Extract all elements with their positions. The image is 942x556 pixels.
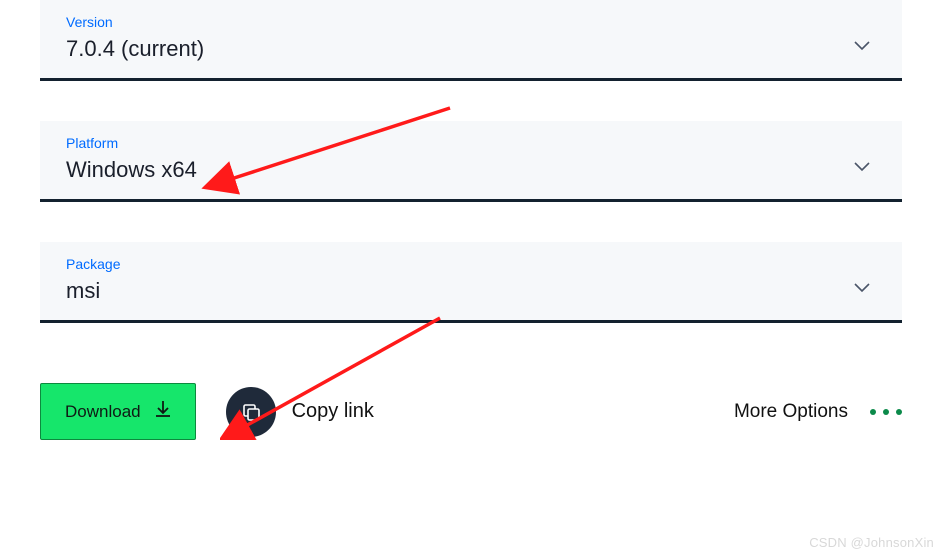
- copy-icon: [226, 387, 276, 437]
- platform-label: Platform: [66, 135, 197, 151]
- more-options-button[interactable]: More Options: [734, 401, 902, 423]
- package-label: Package: [66, 256, 120, 272]
- platform-selector[interactable]: Platform Windows x64: [40, 121, 902, 199]
- download-icon: [155, 400, 171, 423]
- watermark: CSDN @JohnsonXin: [809, 535, 934, 550]
- more-options-icon: [870, 409, 902, 415]
- version-selector[interactable]: Version 7.0.4 (current): [40, 0, 902, 78]
- package-selector-group: Package msi: [40, 242, 902, 323]
- version-selector-group: Version 7.0.4 (current): [40, 0, 902, 81]
- copy-link-button[interactable]: Copy link: [226, 387, 374, 437]
- actions-row: Download Copy link: [40, 383, 902, 440]
- divider: [40, 199, 902, 202]
- chevron-down-icon: [854, 38, 870, 56]
- divider: [40, 78, 902, 81]
- download-button[interactable]: Download: [40, 383, 196, 440]
- download-button-label: Download: [65, 402, 141, 422]
- platform-selector-group: Platform Windows x64: [40, 121, 902, 202]
- version-value: 7.0.4 (current): [66, 36, 204, 62]
- package-value: msi: [66, 278, 120, 304]
- divider: [40, 320, 902, 323]
- platform-value: Windows x64: [66, 157, 197, 183]
- version-label: Version: [66, 14, 204, 30]
- copy-link-label: Copy link: [292, 400, 374, 423]
- chevron-down-icon: [854, 280, 870, 298]
- package-selector[interactable]: Package msi: [40, 242, 902, 320]
- chevron-down-icon: [854, 159, 870, 177]
- more-options-label: More Options: [734, 401, 848, 423]
